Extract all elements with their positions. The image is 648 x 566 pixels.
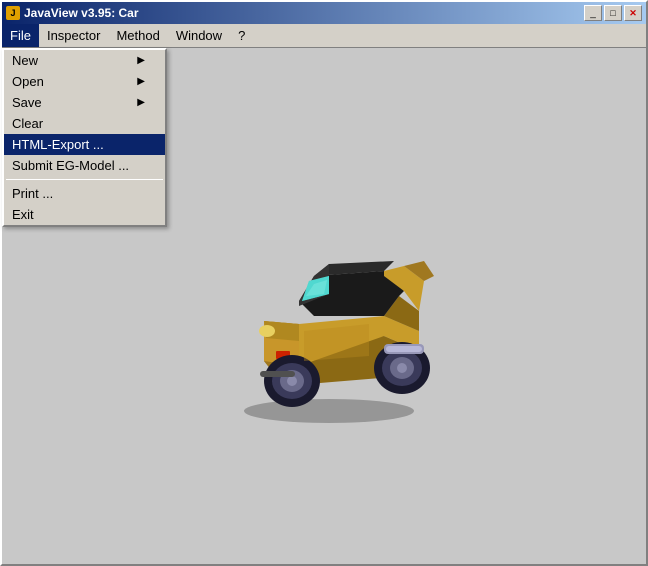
menu-item-new[interactable]: New ▶ (4, 50, 165, 71)
minimize-button[interactable] (584, 5, 602, 21)
car-model (184, 176, 464, 436)
menu-window[interactable]: Window (168, 24, 230, 47)
menu-item-print[interactable]: Print ... (4, 183, 165, 204)
app-icon: J (6, 6, 20, 20)
title-buttons (584, 5, 642, 21)
open-arrow: ▶ (137, 76, 145, 87)
maximize-button[interactable] (604, 5, 622, 21)
save-arrow: ▶ (137, 97, 145, 108)
title-bar: J JavaView v3.95: Car (2, 2, 646, 24)
main-window: J JavaView v3.95: Car File Inspector Met… (0, 0, 648, 566)
menu-item-open[interactable]: Open ▶ (4, 71, 165, 92)
new-arrow: ▶ (137, 55, 145, 66)
window-title: JavaView v3.95: Car (24, 6, 139, 20)
menu-file[interactable]: File (2, 24, 39, 47)
menu-item-submit-eg[interactable]: Submit EG-Model ... (4, 155, 165, 176)
file-dropdown: New ▶ Open ▶ Save ▶ Clear HTML-Export ..… (2, 48, 167, 227)
menu-method[interactable]: Method (108, 24, 167, 47)
menu-item-clear[interactable]: Clear (4, 113, 165, 134)
menu-item-html-export[interactable]: HTML-Export ... (4, 134, 165, 155)
menu-bar: File Inspector Method Window ? New ▶ Ope… (2, 24, 646, 48)
close-button[interactable] (624, 5, 642, 21)
title-bar-left: J JavaView v3.95: Car (6, 6, 139, 20)
menu-help[interactable]: ? (230, 24, 253, 47)
menu-separator (6, 179, 163, 180)
menu-item-save[interactable]: Save ▶ (4, 92, 165, 113)
menu-item-exit[interactable]: Exit (4, 204, 165, 225)
menu-inspector[interactable]: Inspector (39, 24, 108, 47)
